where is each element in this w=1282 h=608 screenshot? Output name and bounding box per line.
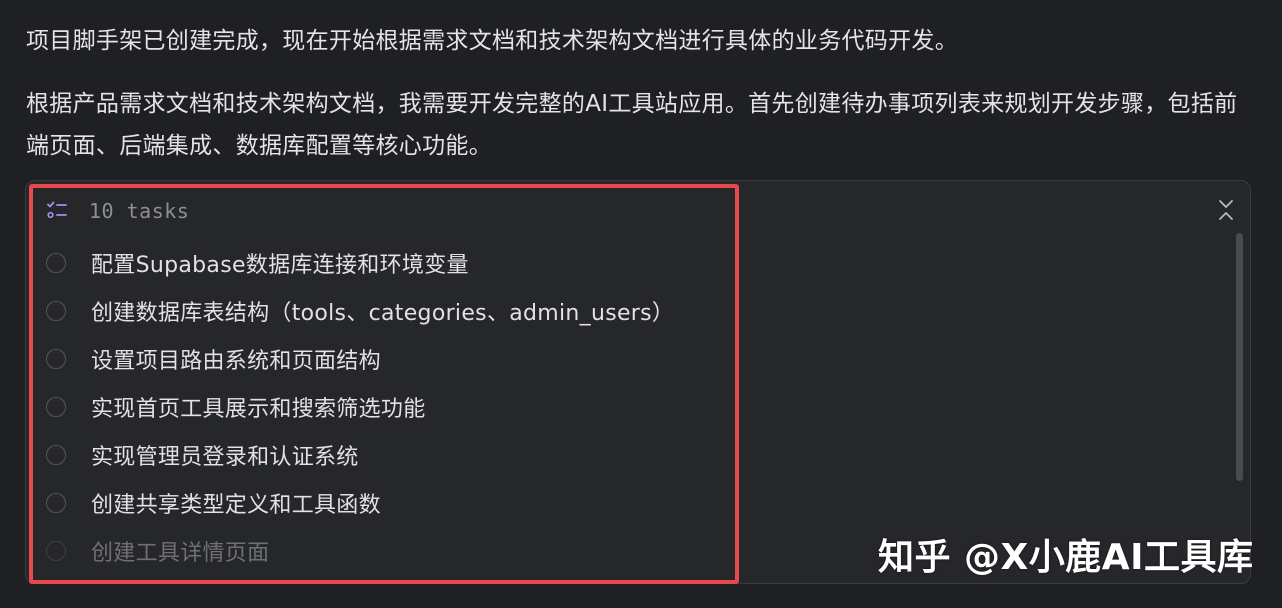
task-count: 10 tasks bbox=[89, 199, 190, 223]
task-label: 创建数据库表结构（tools、categories、admin_users） bbox=[91, 301, 675, 326]
message-paragraph-2: 根据产品需求文档和技术架构文档，我需要开发完整的AI工具站应用。首先创建待办事项… bbox=[26, 91, 1238, 159]
task-item[interactable]: 配置Supabase数据库连接和环境变量 bbox=[46, 239, 674, 287]
scrollbar-thumb[interactable] bbox=[1236, 233, 1243, 481]
task-list: 配置Supabase数据库连接和环境变量 创建数据库表结构（tools、cate… bbox=[46, 239, 674, 575]
task-label: 配置Supabase数据库连接和环境变量 bbox=[91, 253, 469, 278]
watermark: 知乎 @X小鹿AI工具库 bbox=[878, 537, 1254, 578]
task-item[interactable]: 设置项目路由系统和页面结构 bbox=[46, 335, 674, 383]
task-item[interactable]: 实现管理员登录和认证系统 bbox=[46, 431, 674, 479]
task-item[interactable]: 实现首页工具展示和搜索筛选功能 bbox=[46, 383, 674, 431]
chat-page: 项目脚手架已创建完成，现在开始根据需求文档和技术架构文档进行具体的业务代码开发。… bbox=[0, 0, 1282, 608]
task-item[interactable]: 创建数据库表结构（tools、categories、admin_users） bbox=[46, 287, 674, 335]
task-checkbox[interactable] bbox=[46, 493, 66, 513]
task-list-panel: 10 tasks 配置Supabase数据库连接和环境变量 创建数据库表结构（t… bbox=[25, 180, 1251, 584]
checklist-icon bbox=[46, 200, 68, 222]
scrollbar[interactable] bbox=[1236, 233, 1246, 483]
task-checkbox[interactable] bbox=[46, 541, 66, 561]
message-paragraph-1: 项目脚手架已创建完成，现在开始根据需求文档和技术架构文档进行具体的业务代码开发。 bbox=[26, 28, 958, 54]
task-item[interactable]: 创建共享类型定义和工具函数 bbox=[46, 479, 674, 527]
task-checkbox[interactable] bbox=[46, 253, 66, 273]
task-checkbox[interactable] bbox=[46, 445, 66, 465]
task-item[interactable]: 创建工具详情页面 bbox=[46, 527, 674, 575]
task-label: 实现管理员登录和认证系统 bbox=[91, 445, 359, 470]
task-label: 创建共享类型定义和工具函数 bbox=[91, 493, 381, 518]
task-panel-header: 10 tasks bbox=[46, 197, 189, 225]
task-label: 创建工具详情页面 bbox=[91, 541, 270, 566]
task-checkbox[interactable] bbox=[46, 301, 66, 321]
task-label: 设置项目路由系统和页面结构 bbox=[91, 349, 381, 374]
collapse-icon[interactable] bbox=[1216, 198, 1236, 222]
task-checkbox[interactable] bbox=[46, 349, 66, 369]
task-label: 实现首页工具展示和搜索筛选功能 bbox=[91, 397, 426, 422]
task-checkbox[interactable] bbox=[46, 397, 66, 417]
